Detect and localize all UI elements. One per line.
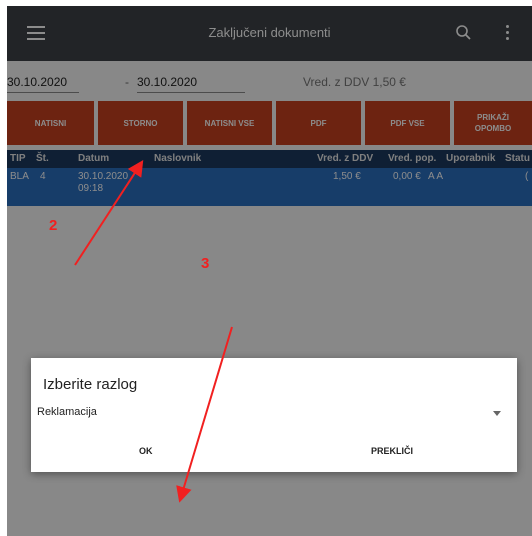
annotation-arrows xyxy=(74,159,233,503)
arrow-to-bottom xyxy=(176,326,233,503)
annotation-2: 2 xyxy=(49,217,58,234)
annotation-3: 3 xyxy=(201,255,210,272)
arrow-to-storno xyxy=(74,159,144,266)
